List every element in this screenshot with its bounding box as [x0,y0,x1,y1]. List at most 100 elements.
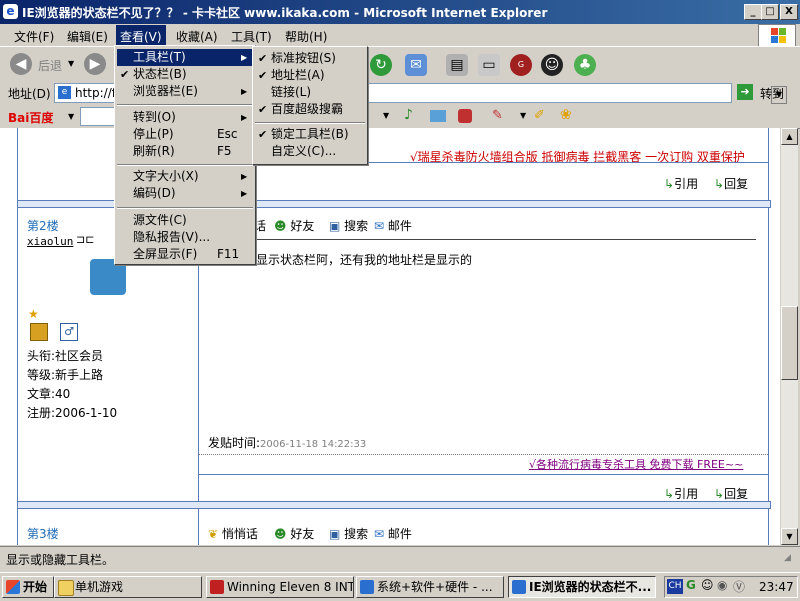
baidu-search-input[interactable] [80,107,118,126]
task-folder[interactable]: 单机游戏 [54,576,202,598]
post2-quote-button[interactable]: ↳引用 [664,485,698,502]
view-menu-refresh[interactable]: 刷新(R) F5 [117,143,253,160]
close-button[interactable]: X [780,4,798,20]
history-icon[interactable]: ↻ [370,54,392,76]
view-menu-toolbars[interactable]: 工具栏(T) ▶ [117,49,253,66]
print-icon[interactable]: ▤ [446,54,468,76]
edit-icon[interactable]: ▭ [478,54,500,76]
toolbar-standard-buttons[interactable]: ✔ 标准按钮(S) [255,50,365,67]
post3-friend-button[interactable]: ☻ 好友 [274,525,314,542]
friend-icon: ☻ [274,527,287,541]
task-ie-current[interactable]: IE浏览器的状态栏不... [508,576,656,598]
highlight-dropdown-icon[interactable]: ▼ [520,111,526,120]
male-gender-icon: ♂ [60,323,78,341]
resize-grip-icon[interactable]: ◢ [784,553,791,563]
scroll-up-icon[interactable]: ▲ [781,128,798,145]
post2-search-button[interactable]: ▣ 搜索 [329,217,368,234]
minimize-button[interactable]: _ [744,4,762,20]
scroll-thumb[interactable] [781,306,798,380]
post3-whisper-button[interactable]: ❦ 悄悄话 [208,525,258,542]
highlight-icon[interactable]: ✎ [492,108,503,123]
title-bar[interactable]: e IE浏览器的状态栏不见了？？ - 卡卡社区 www.ikaka.com - … [0,0,800,24]
view-menu-statusbar[interactable]: ✔ 状态栏(B) [117,66,253,83]
search-icon: ▣ [329,527,341,541]
post2-mail-button[interactable]: ✉ 邮件 [374,217,412,234]
task-ie-system[interactable]: 系统+软件+硬件 - ... [356,576,504,598]
tray-volume-icon[interactable]: ◉ [717,578,727,592]
view-menu-stop[interactable]: 停止(P) Esc [117,126,253,143]
toolbar-links[interactable]: 链接(L) [255,84,365,101]
post1-reply-button[interactable]: ↳回复 [714,175,748,192]
baidu-more-icon[interactable]: ▼ [383,111,389,120]
emoticon-icon [30,323,48,341]
maximize-button[interactable]: □ [761,4,779,20]
scroll-down-icon[interactable]: ▼ [781,528,798,545]
start-button[interactable]: 开始 [2,576,54,598]
toolbar-baidu[interactable]: ✔ 百度超级搜霸 [255,101,365,118]
view-menu-text-size[interactable]: 文字大小(X) ▶ [117,168,253,185]
back-arrow-icon[interactable]: ◀ [10,53,32,75]
online-status-icon: ⊐⊏ [76,233,95,246]
music-icon[interactable]: ♪ [404,107,413,123]
tray-g-icon[interactable]: G [686,578,696,592]
menu-file[interactable]: 文件(F) [14,28,54,45]
ie-icon: e [3,4,18,19]
view-menu-encoding[interactable]: 编码(D) ▶ [117,185,253,202]
tray-qq-icon[interactable]: ☺ [701,578,714,592]
search-icon: ▣ [329,219,341,233]
view-menu-goto[interactable]: 转到(O) ▶ [117,109,253,126]
post2-articles: 文章:40 [27,387,71,401]
qq-icon[interactable]: ☺ [541,54,563,76]
post3-mail-button[interactable]: ✉ 邮件 [374,525,412,542]
post1-quote-button[interactable]: ↳引用 [664,175,698,192]
post2-ad-link[interactable]: √各种流行病毒专杀工具 免费下载 FREE~~ [529,456,743,472]
menu-bar: 文件(F) 编辑(E) 查看(V) 收藏(A) 工具(T) 帮助(H) [0,24,800,48]
menu-separator [117,207,253,209]
vertical-scrollbar[interactable]: ▲ ▼ [780,128,798,545]
baidu-dropdown-icon[interactable]: ▼ [68,112,74,121]
game-icon[interactable]: G [510,54,532,76]
go-label: 转到 [760,87,785,101]
windows-logo-icon [758,24,796,48]
ie-icon [512,580,526,594]
view-menu-explorer-bar[interactable]: 浏览器栏(E) ▶ [117,83,253,100]
post3-search-button[interactable]: ▣ 搜索 [329,525,368,542]
image-icon[interactable] [430,110,446,122]
reply-icon: ↳ [714,487,725,501]
rank-star-icon: ★ [28,307,39,321]
baidu-logo[interactable]: Bai百度 [8,109,53,126]
tray-v-icon[interactable]: Ⓥ [733,578,745,595]
reply-icon: ↳ [714,177,725,191]
menu-edit[interactable]: 编辑(E) [67,28,108,45]
mail-icon: ✉ [374,219,385,233]
check-icon: ✔ [258,103,268,116]
ime-indicator[interactable]: CH [667,579,683,594]
marker-icon[interactable]: ✐ [534,108,545,123]
view-menu-privacy-report[interactable]: 隐私报告(V)... [117,229,253,246]
toolbar-address-bar[interactable]: ✔ 地址栏(A) [255,67,365,84]
popup-block-icon[interactable]: ❀ [560,107,572,123]
post2-title: 头衔:社区会员 [27,349,104,363]
back-dropdown-icon[interactable]: ▼ [68,59,74,68]
toolbar-customize[interactable]: 自定义(C)... [255,143,365,160]
check-icon: ✔ [258,52,268,65]
menu-favorites[interactable]: 收藏(A) [176,28,218,45]
back-label: 后退 [38,59,63,73]
messenger-icon[interactable]: ♣ [574,54,596,76]
toolbar-lock[interactable]: ✔ 锁定工具栏(B) [255,126,365,143]
post2-reply-button[interactable]: ↳回复 [714,485,748,502]
view-menu: 工具栏(T) ▶ ✔ 状态栏(B) 浏览器栏(E) ▶ 转到(O) ▶ 停止(P) Esc… [114,45,256,265]
post2-username[interactable]: xiaolun [27,235,73,248]
game-app-icon [210,580,224,594]
news-icon[interactable] [458,109,472,123]
menu-tools[interactable]: 工具(T) [231,28,272,45]
task-winning-eleven[interactable]: Winning Eleven 8 INTE... [206,576,354,598]
forward-arrow-icon[interactable]: ▶ [84,53,106,75]
mail-icon[interactable]: ✉ [405,54,427,76]
post2-friend-button[interactable]: ☻ 好友 [274,217,314,234]
view-menu-fullscreen[interactable]: 全屏显示(F) F11 [117,246,253,263]
toolbars-submenu: ✔ 标准按钮(S) ✔ 地址栏(A) 链接(L) ✔ 百度超级搜霸 ✔ 锁定工具栏(B)… [252,46,368,165]
view-menu-source[interactable]: 源文件(C) [117,212,253,229]
window-title: IE浏览器的状态栏不见了？？ - 卡卡社区 www.ikaka.com - Mi… [22,6,548,20]
menu-help[interactable]: 帮助(H) [285,28,327,45]
